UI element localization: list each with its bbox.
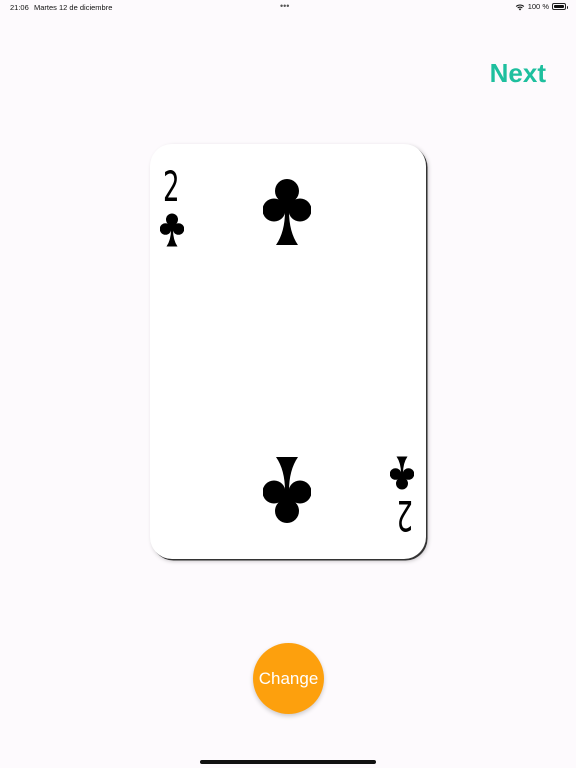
app-screen: 21:06 Martes 12 de diciembre ••• 100 % N… [0,0,576,768]
wifi-icon [515,3,524,10]
multitasking-dots[interactable]: ••• [280,1,289,11]
change-button[interactable]: Change [253,643,324,714]
card-rank-top: 2 [163,162,180,211]
status-right: 100 % [515,2,568,11]
clubs-icon [263,457,311,523]
status-bar: 21:06 Martes 12 de diciembre ••• 100 % [0,0,576,14]
card-rank-bottom: 2 [396,491,413,540]
playing-card[interactable]: 2 2 [150,144,426,559]
clubs-icon [160,213,184,247]
clubs-icon [390,456,414,490]
battery-percent: 100 % [527,2,549,11]
next-button[interactable]: Next [490,58,546,89]
status-time: 21:06 [10,3,29,12]
clubs-icon [263,179,311,245]
battery-icon [552,3,568,10]
home-indicator[interactable] [200,760,376,764]
status-date: Martes 12 de diciembre [34,3,113,12]
